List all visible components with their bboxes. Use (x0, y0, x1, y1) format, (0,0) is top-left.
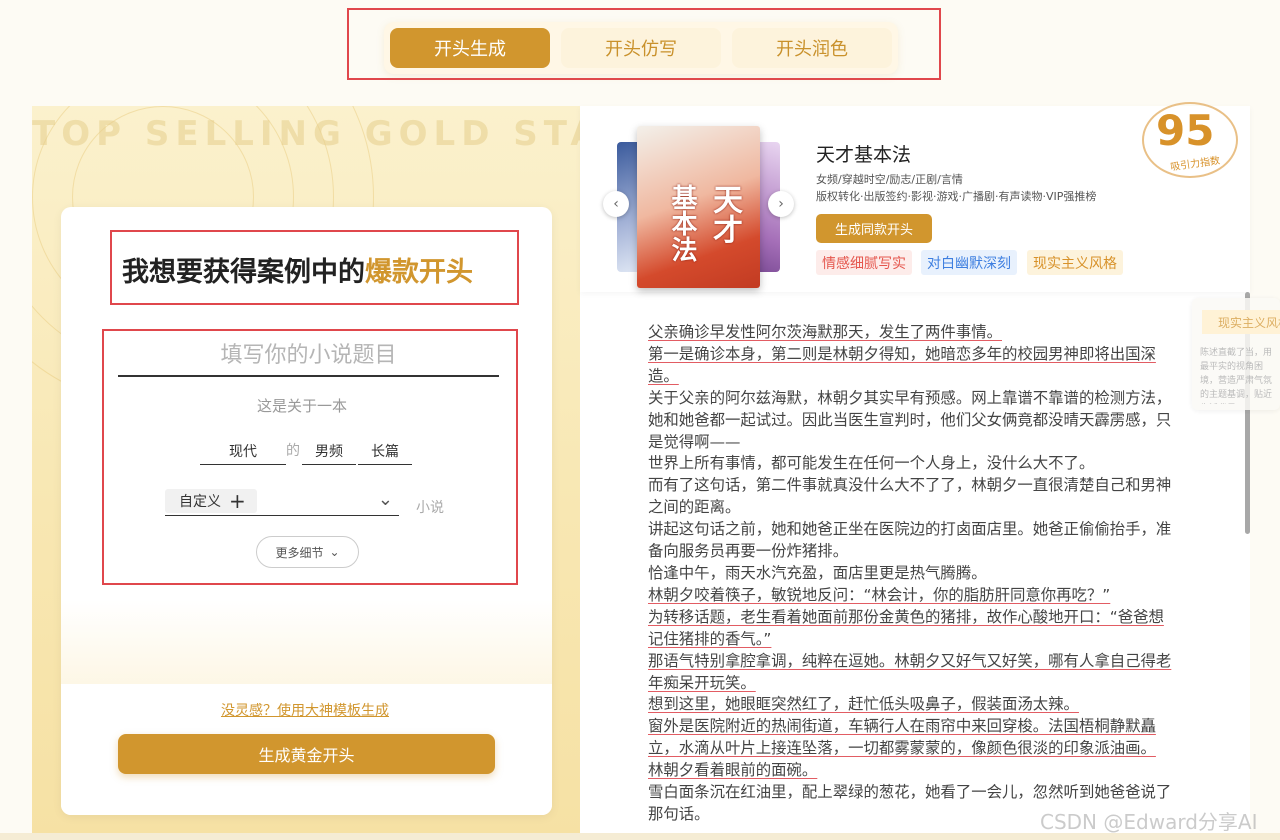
attraction-score: 95 (1156, 106, 1215, 155)
story-paragraph-text: 窗外是医院附近的热闹街道，车辆行人在雨帘中来回穿梭。法国梧桐静默矗立，水滴从叶片… (648, 717, 1156, 758)
template-generate-link[interactable]: 没灵感？使用大神模板生成 (221, 700, 389, 720)
story-paragraph: 讲起这句话之前，她和她爸正坐在医院边的打卤面店里。她爸正偷偷抬手，准备向服务员再… (648, 519, 1176, 563)
story-paragraph-text: 世界上所有事情，都可能发生在任何一个人身上，没什么大不了。 (648, 454, 1095, 473)
book-cover[interactable]: 天才 基本法 (637, 126, 760, 288)
generate-same-opening-button[interactable]: 生成同款开头 (816, 214, 932, 243)
peek-style-tag: 现实主义风格 (1202, 310, 1280, 334)
chevron-down-icon[interactable]: ⌄ (378, 489, 393, 510)
era-select[interactable]: 现代 (200, 437, 286, 465)
headline-highlight: 爆款开头 (365, 257, 473, 288)
novel-suffix-label: 小说 (416, 500, 444, 516)
headline-prefix: 我想要获得案例中的 (122, 257, 365, 288)
prev-arrow-icon[interactable]: ‹ (603, 191, 629, 217)
story-paragraph-text: 讲起这句话之前，她和她爸正坐在医院边的打卤面店里。她爸正偷偷抬手，准备向服务员再… (648, 520, 1172, 561)
story-paragraph: 为转移话题，老生看着她面前那份金黄色的猪排，故作心酸地开口：“爸爸想记住猪排的香… (648, 607, 1176, 651)
story-paragraph: 父亲确诊早发性阿尔茨海默那天，发生了两件事情。 (648, 322, 1176, 344)
book-achievements: 版权转化·出版签约·影视·游戏·广播剧·有声读物·VIP强推榜 (816, 190, 1097, 203)
of-label: 的 (286, 443, 300, 459)
story-paragraph-text: 为转移话题，老生看着她面前那份金黄色的猪排，故作心酸地开口：“爸爸想记住猪排的香… (648, 607, 1164, 648)
story-paragraph-text: 想到这里，她眼眶突然红了，赶忙低头吸鼻子，假装面汤太辣。 (648, 695, 1079, 714)
length-select[interactable]: 长篇 (358, 437, 412, 465)
tab-opening-imitate[interactable]: 开头仿写 (561, 28, 721, 68)
story-paragraph: 那语气特别拿腔拿调，纯粹在逗她。林朝夕又好气又好笑，哪有人拿自己得老年痴呆开玩笑… (648, 651, 1176, 695)
story-paragraph-text: 林朝夕咬着筷子，敏锐地反问：“林会计，你的脂肪肝同意你再吃？” (648, 585, 1111, 604)
genre-select[interactable]: 自定义 + ⌄ (165, 487, 399, 516)
story-paragraph: 恰逢中午，雨天水汽充盈，面店里更是热气腾腾。 (648, 563, 1176, 585)
form-headline: 我想要获得案例中的爆款开头 (122, 250, 473, 289)
background-slogan: TOP SELLING GOLD START (32, 114, 580, 154)
chevron-down-icon: ⌄ (329, 545, 340, 559)
tab-opening-polish[interactable]: 开头润色 (732, 28, 892, 68)
story-paragraph: 关于父亲的阿尔兹海默，林朝夕其实早有预感。网上靠谱不靠谱的检测方法，她和她爸都一… (648, 388, 1176, 454)
tab-opening-generate[interactable]: 开头生成 (390, 28, 550, 68)
style-tag: 对白幽默深刻 (921, 250, 1017, 275)
story-paragraph: 窗外是医院附近的热闹街道，车辆行人在雨帘中来回穿梭。法国梧桐静默矗立，水滴从叶片… (648, 716, 1176, 760)
more-details-button[interactable]: 更多细节 ⌄ (256, 536, 359, 568)
plus-icon: + (229, 489, 246, 513)
story-opening-text: 父亲确诊早发性阿尔茨海默那天，发生了两件事情。第一是确诊本身，第二则是林朝夕得知… (648, 322, 1176, 826)
more-details-label: 更多细节 (275, 545, 324, 560)
story-paragraph: 想到这里，她眼眶突然红了，赶忙低头吸鼻子，假装面汤太辣。 (648, 694, 1176, 716)
story-paragraph-text: 而有了这句话，第二件事就真没什么大不了了，林朝夕一直很清楚自己和男神之间的距离。 (648, 476, 1172, 517)
next-arrow-icon[interactable]: › (768, 191, 794, 217)
peek-description: 陈述直截了当，用最平实的视角困境，营造严肃气氛的主题基调，贴近生活背景。 (1200, 348, 1273, 400)
cover-title-1: 天才 (707, 184, 742, 244)
watermark: CSDN @Edward分享AI (1040, 810, 1258, 834)
about-label: 这是关于一本 (257, 397, 348, 415)
bottom-edge (0, 833, 1280, 840)
book-genres: 女频/穿越时空/励志/正剧/言情 (816, 173, 963, 186)
generate-opening-button[interactable]: 生成黄金开头 (118, 734, 495, 774)
story-paragraph-text: 关于父亲的阿尔兹海默，林朝夕其实早有预感。网上靠谱不靠谱的检测方法，她和她爸都一… (648, 388, 1172, 451)
story-paragraph: 世界上所有事情，都可能发生在任何一个人身上，没什么大不了。 (648, 453, 1176, 475)
cover-title-2: 基本法 (667, 184, 697, 262)
style-tag: 情感细腻写实 (816, 250, 912, 275)
story-paragraph: 而有了这句话，第二件事就真没什么大不了了，林朝夕一直很清楚自己和男神之间的距离。 (648, 475, 1176, 519)
style-tag: 现实主义风格 (1027, 250, 1123, 275)
book-title: 天才基本法 (816, 144, 912, 166)
channel-select[interactable]: 男频 (302, 437, 356, 465)
story-paragraph: 林朝夕咬着筷子，敏锐地反问：“林会计，你的脂肪肝同意你再吃？” (648, 585, 1176, 607)
novel-title-input[interactable] (118, 335, 499, 377)
custom-label: 自定义 (179, 494, 221, 510)
story-paragraph: 第一是确诊本身，第二则是林朝夕得知，她暗恋多年的校园男神即将出国深造。 (648, 344, 1176, 388)
custom-genre-tag[interactable]: 自定义 + (165, 489, 257, 513)
story-paragraph-text: 第一是确诊本身，第二则是林朝夕得知，她暗恋多年的校园男神即将出国深造。 (648, 344, 1156, 385)
story-paragraph-text: 恰逢中午，雨天水汽充盈，面店里更是热气腾腾。 (648, 563, 987, 582)
form-fade (61, 600, 552, 684)
story-paragraph-text: 父亲确诊早发性阿尔茨海默那天，发生了两件事情。 (648, 323, 1002, 341)
story-paragraph-text: 林朝夕看着眼前的面碗。 (648, 761, 818, 780)
story-paragraph-text: 那语气特别拿腔拿调，纯粹在逗她。林朝夕又好气又好笑，哪有人拿自己得老年痴呆开玩笑… (648, 651, 1172, 692)
story-paragraph: 林朝夕看着眼前的面碗。 (648, 760, 1176, 782)
mode-tabs: 开头生成 开头仿写 开头润色 (384, 22, 898, 74)
